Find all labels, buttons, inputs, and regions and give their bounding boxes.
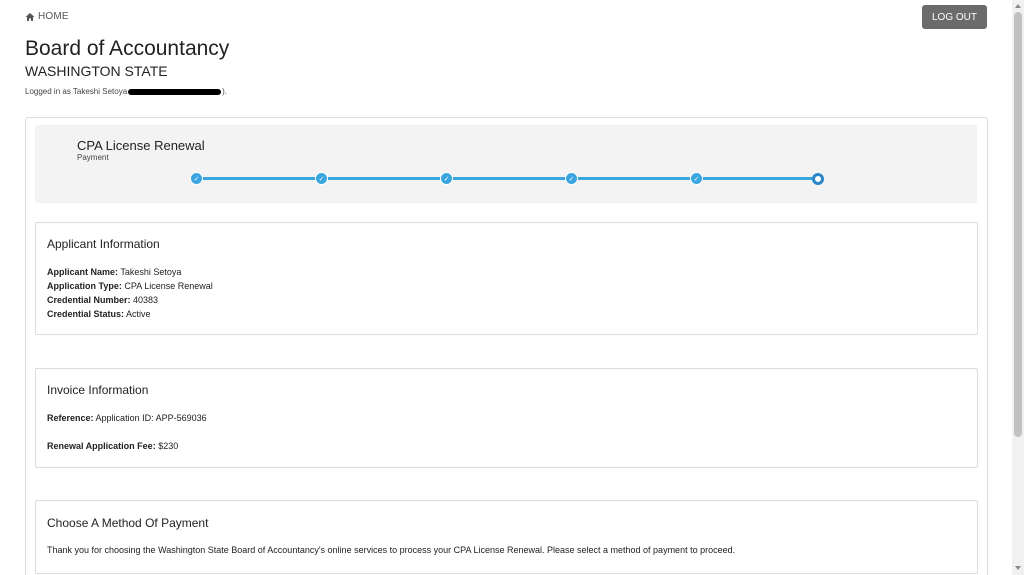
page-subtitle: WASHINGTON STATE [25,63,168,79]
application-type-value: CPA License Renewal [124,281,213,291]
home-label: HOME [38,11,69,22]
invoice-reference-label: Reference: [47,413,94,423]
application-type-label: Application Type: [47,281,122,291]
applicant-information-card: Applicant Information Applicant Name: Ta… [35,222,978,335]
home-link[interactable]: HOME [25,11,69,22]
progress-stepper: CPA License Renewal Payment ✓ ✓ ✓ ✓ ✓ [35,125,977,203]
payment-method-card: Choose A Method Of Payment Thank you for… [35,500,978,574]
home-icon [25,12,35,21]
invoice-heading: Invoice Information [47,383,149,397]
page-title: Board of Accountancy [25,37,230,60]
invoice-information-card: Invoice Information Reference: Applicati… [35,368,978,468]
credential-status-label: Credential Status: [47,309,125,319]
page: HOME LOG OUT Board of Accountancy WASHIN… [0,0,1012,575]
invoice-reference: Reference: Application ID: APP-569036 [47,413,207,423]
logged-in-suffix: ). [222,87,228,96]
invoice-reference-value: Application ID: APP-569036 [95,413,207,423]
applicant-name-label: Applicant Name: [47,267,119,277]
credential-number-value: 40383 [133,295,159,305]
applicant-name-value: Takeshi Setoya [120,267,182,277]
logged-in-prefix: Logged in as Takeshi Setoya [25,87,128,96]
credential-status: Credential Status: Active [47,309,151,319]
logged-in-text: Logged in as Takeshi Setoya ). [25,87,227,96]
credential-number: Credential Number: 40383 [47,295,158,305]
scroll-down-arrow-icon[interactable] [1015,566,1021,570]
step-2-complete-icon: ✓ [315,172,328,185]
applicant-name: Applicant Name: Takeshi Setoya [47,267,181,277]
credential-status-value: Active [126,309,151,319]
application-type: Application Type: CPA License Renewal [47,281,213,291]
stepper-track [195,177,818,180]
renewal-fee-value: $230 [158,441,179,451]
renewal-fee: Renewal Application Fee: $230 [47,441,178,451]
stepper-title: CPA License Renewal [77,138,205,153]
stepper-current-step: Payment [77,153,109,162]
scrollbar-thumb[interactable] [1014,12,1022,437]
payment-message: Thank you for choosing the Washington St… [47,545,736,555]
applicant-heading: Applicant Information [47,237,160,251]
step-4-complete-icon: ✓ [565,172,578,185]
renewal-fee-label: Renewal Application Fee: [47,441,156,451]
scroll-up-arrow-icon[interactable] [1015,4,1021,8]
credential-number-label: Credential Number: [47,295,131,305]
step-1-complete-icon: ✓ [190,172,203,185]
payment-heading: Choose A Method Of Payment [47,516,209,530]
vertical-scrollbar[interactable] [1012,0,1024,575]
step-5-complete-icon: ✓ [690,172,703,185]
step-3-complete-icon: ✓ [440,172,453,185]
logout-button[interactable]: LOG OUT [922,5,987,29]
redacted-email [128,88,222,95]
step-6-current-icon [812,173,824,185]
